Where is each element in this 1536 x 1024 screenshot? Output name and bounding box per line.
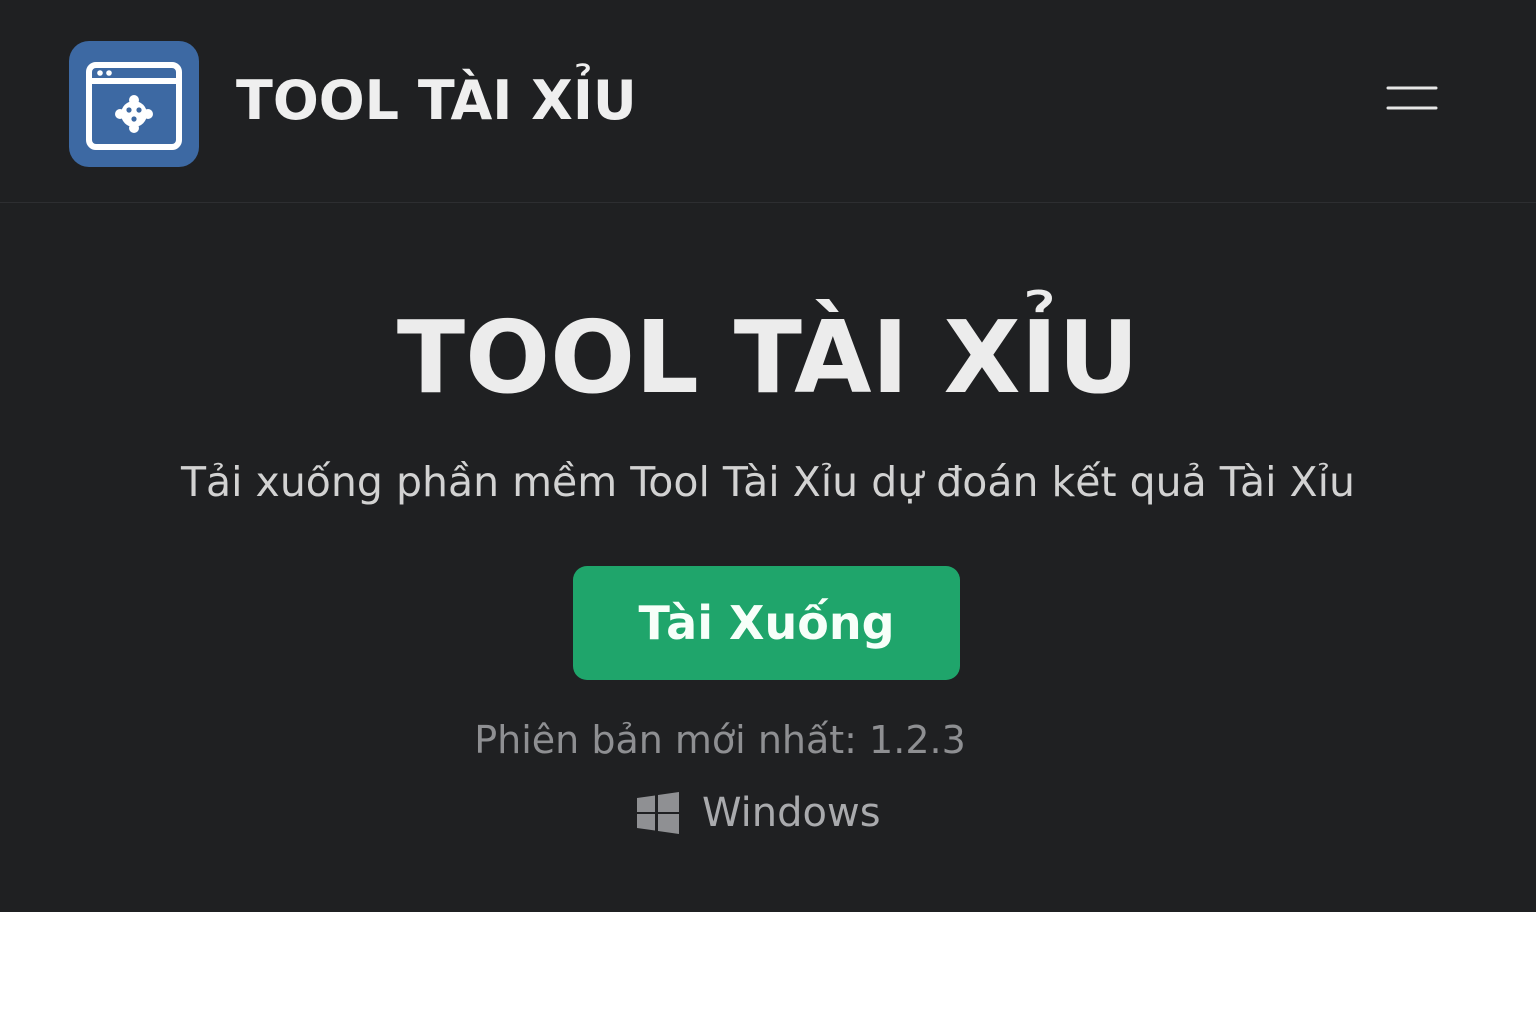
windows-logo-icon	[637, 792, 679, 834]
download-button[interactable]: Tài Xuống	[573, 566, 960, 680]
navbar: TOOL TÀI XỈU	[0, 0, 1536, 203]
hero-subtitle: Tải xuống phần mềm Tool Tài Xỉu dự đoán …	[180, 458, 1356, 506]
hamburger-menu-icon[interactable]	[1380, 78, 1444, 122]
version-text: Phiên bản mới nhất: 1.2.3	[474, 718, 966, 762]
app-window-icon[interactable]	[69, 41, 199, 167]
hero-title: TOOL TÀI XỈU	[396, 299, 1140, 416]
platform-info: Windows	[636, 785, 881, 841]
platform-label: Windows	[702, 790, 881, 836]
page: TOOL TÀI XỈU TOOL TÀI XỈU Tải xuống phần…	[0, 0, 1536, 1024]
brand-title[interactable]: TOOL TÀI XỈU	[236, 68, 637, 134]
